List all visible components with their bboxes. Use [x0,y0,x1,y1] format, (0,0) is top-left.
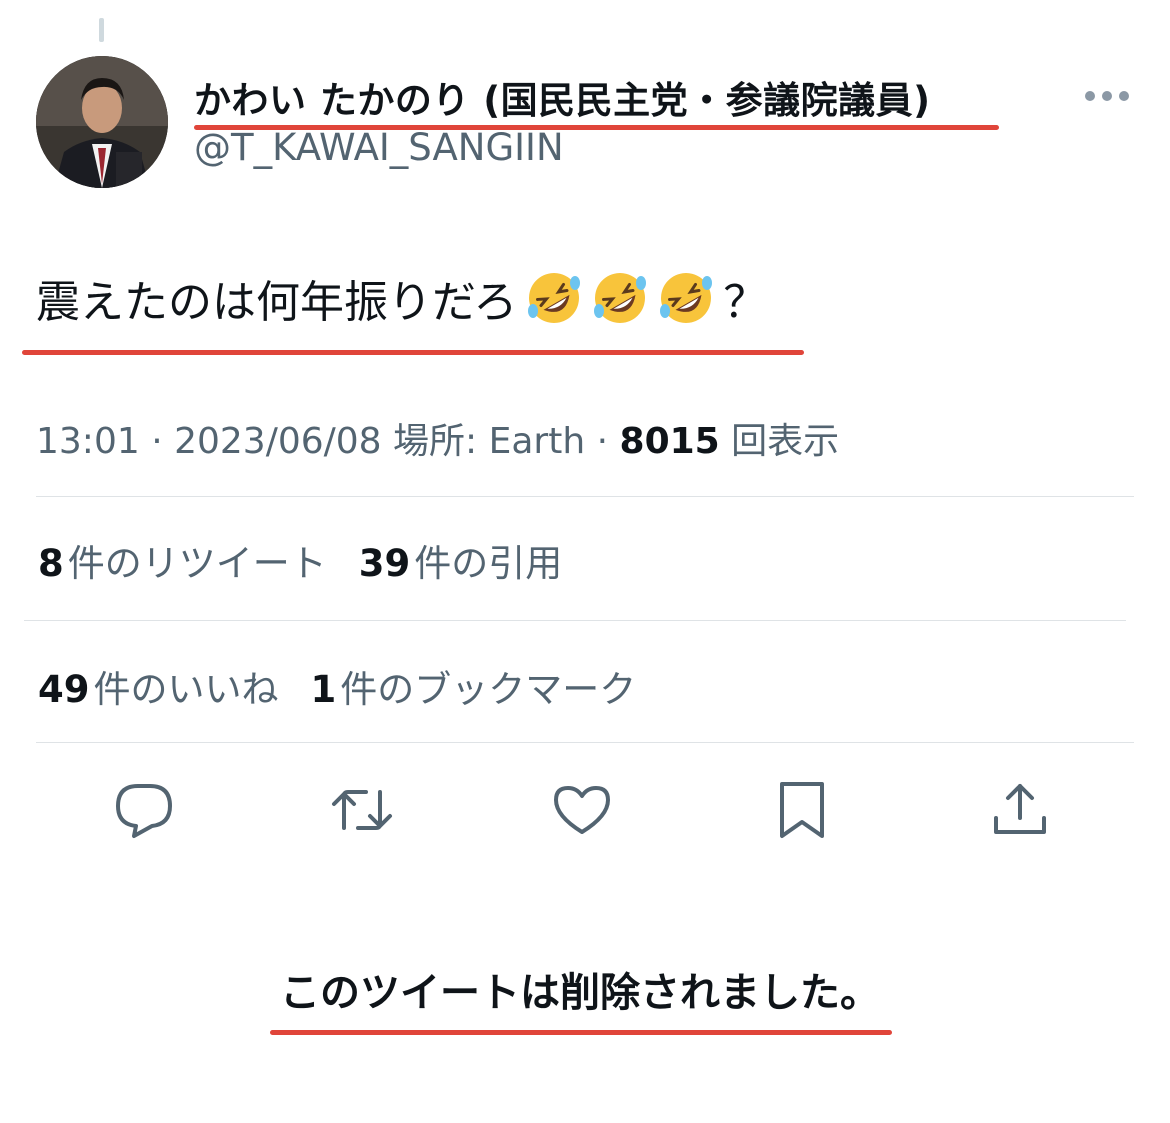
views-label: 回表示 [731,421,840,462]
share-icon[interactable] [988,778,1052,842]
tweet-meta: 13:01 · 2023/06/08 場所: Earth · 8015 回表示 [36,412,839,464]
meta-separator: · [585,421,620,462]
more-options-icon[interactable] [1084,88,1130,102]
author-display-name[interactable]: かわい たかのり (国民民主党・参議院議員) [194,70,931,124]
bookmarks-label: 件のブックマーク [340,668,637,711]
divider [36,496,1134,497]
retweets-stat[interactable]: 8 件のリツイート [38,533,327,587]
likes-count: 49 [38,668,90,711]
views-count: 8015 [619,421,720,462]
tweet-date[interactable]: 2023/06/08 [174,421,382,462]
tweet-action-bar [0,778,1170,842]
stats-row-engagement: 49 件のいいね 1 件のブックマーク [38,659,636,713]
rolling-on-floor-laughing-icon [525,269,583,327]
tweet-text-content: 震えたのは何年振りだろ [36,277,518,328]
avatar[interactable] [36,56,168,188]
retweets-label: 件のリツイート [67,542,327,585]
highlight-underline-body [22,350,804,355]
reply-icon[interactable] [112,778,176,842]
rolling-on-floor-laughing-icon [657,269,715,327]
divider [24,620,1126,621]
meta-separator: · [139,421,175,462]
tweet-text-suffix: ？ [723,277,768,328]
thread-connector-line [99,18,104,42]
avatar-photo [36,56,168,188]
quotes-stat[interactable]: 39 件の引用 [359,533,563,587]
like-icon[interactable] [550,778,614,842]
deleted-tweet-notice: このツイートは削除されました。 [280,970,880,1016]
tweet-time[interactable]: 13:01 [36,421,140,462]
likes-stat[interactable]: 49 件のいいね [38,659,279,713]
likes-label: 件のいいね [93,668,279,711]
bookmark-icon[interactable] [770,778,834,842]
bookmarks-stat[interactable]: 1 件のブックマーク [311,659,637,713]
stats-row-shares: 8 件のリツイート 39 件の引用 [38,533,562,587]
retweets-count: 8 [38,542,64,585]
quotes-count: 39 [358,542,411,585]
author-handle[interactable]: @T_KAWAI_SANGIIN [194,126,564,169]
retweet-icon[interactable] [330,778,394,842]
bookmarks-count: 1 [310,668,337,711]
quotes-label: 件の引用 [414,542,563,585]
location-value[interactable]: Earth [489,421,586,462]
tweet-text: 震えたのは何年振りだろ ？ [36,266,767,330]
divider [36,742,1134,743]
highlight-underline-deleted [270,1030,892,1035]
rolling-on-floor-laughing-icon [591,269,649,327]
location-label: 場所: [393,421,489,462]
